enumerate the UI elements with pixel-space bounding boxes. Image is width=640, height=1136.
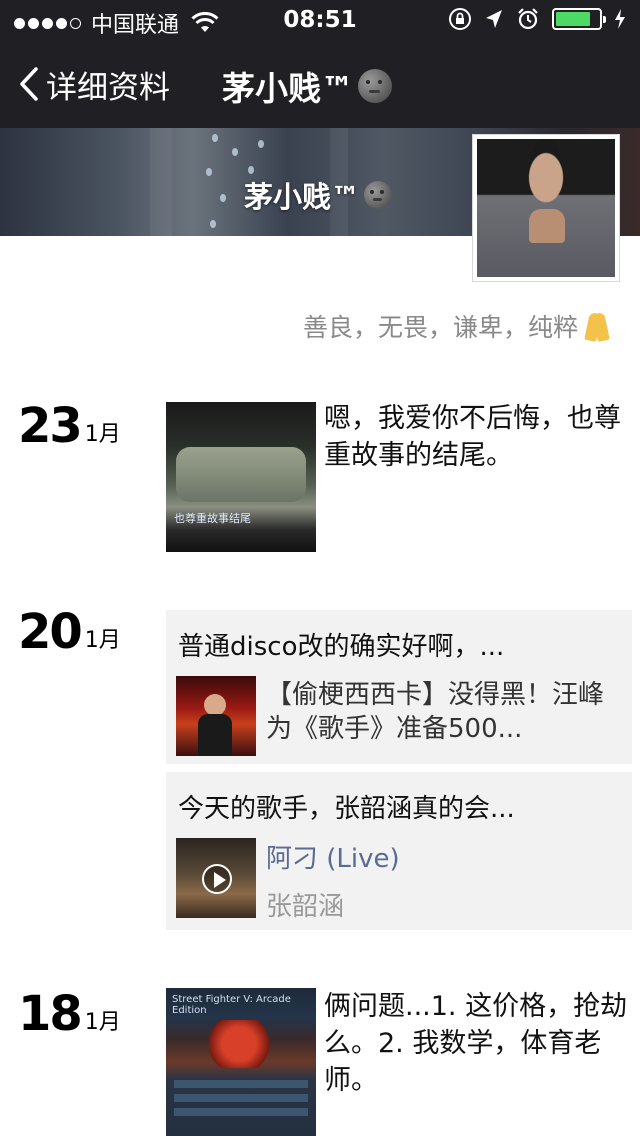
navigation-bar: 详细资料 茅小贱™ [0, 40, 640, 128]
avatar[interactable] [472, 134, 620, 282]
article-thumbnail [176, 676, 256, 756]
song-artist: 张韶涵 [266, 892, 345, 922]
post-image[interactable]: 也尊重故事结尾 [166, 402, 316, 552]
top-bar: 中国联通 08:51 详细资料 茅小贱™ [0, 0, 640, 128]
new-moon-face-emoji [364, 181, 393, 209]
article-title: 【偷梗西西卡】没得黑！汪峰为《歌手》准备500... [266, 680, 605, 744]
shared-article-card[interactable]: 普通disco改的确实好啊，... 【偷梗西西卡】没得黑！汪峰为《歌手》准备50… [166, 610, 632, 764]
song-title: 阿刁 (Live) [266, 844, 400, 874]
post-date: 18 1月 [18, 986, 121, 1042]
share-caption: 今天的歌手，张韶涵真的会... [178, 794, 515, 824]
folded-hands-emoji [582, 311, 612, 341]
battery-icon [552, 8, 606, 30]
rotation-lock-icon [449, 8, 471, 30]
new-moon-face-emoji [358, 69, 392, 103]
post-text[interactable]: 嗯，我爱你不后悔，也尊重故事的结尾。 [324, 400, 630, 474]
charging-bolt-icon [615, 9, 625, 29]
back-label: 详细资料 [46, 69, 170, 106]
avatar-photo [477, 139, 615, 277]
back-button[interactable]: 详细资料 [18, 60, 170, 108]
image-subtitle: 也尊重故事结尾 [174, 512, 251, 525]
music-thumbnail [176, 838, 256, 918]
chevron-left-icon [20, 67, 38, 101]
profile-signature: 善良，无畏，谦卑，纯粹 [303, 308, 612, 344]
page-title: 茅小贱™ [222, 62, 392, 110]
post-text[interactable]: 俩问题...1. 这价格，抢劫么。2. 我数学，体育老师。 [324, 988, 630, 1099]
post-date: 20 1月 [18, 604, 121, 660]
shared-music-card[interactable]: 今天的歌手，张韶涵真的会... 阿刁 (Live) 张韶涵 [166, 772, 632, 930]
post-image[interactable]: Street Fighter V: Arcade Edition [166, 988, 316, 1136]
image-header: Street Fighter V: Arcade Edition [172, 994, 291, 1016]
play-icon[interactable] [202, 864, 232, 894]
alarm-icon [518, 8, 538, 30]
post-date: 23 1月 [18, 398, 121, 454]
share-caption: 普通disco改的确实好啊，... [178, 632, 505, 662]
location-arrow-icon [486, 10, 502, 28]
status-bar: 中国联通 08:51 [0, 0, 640, 40]
cover-nickname: 茅小贱™ [244, 174, 393, 216]
